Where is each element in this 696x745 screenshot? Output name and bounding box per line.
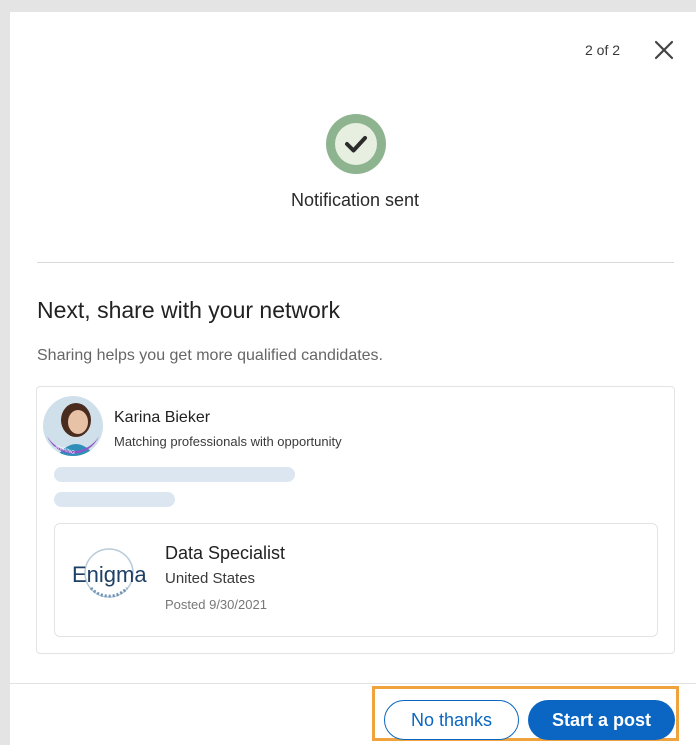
divider (37, 262, 674, 263)
text-placeholder (54, 467, 295, 482)
close-button[interactable] (650, 36, 678, 64)
close-icon (654, 40, 674, 60)
job-posted-date: Posted 9/30/2021 (165, 597, 267, 612)
step-indicator: 2 of 2 (585, 42, 621, 58)
footer-divider (10, 683, 696, 684)
job-title: Data Specialist (165, 543, 286, 563)
author-headline: Matching professionals with opportunity (114, 434, 342, 449)
checkmark-circle-icon (326, 114, 386, 174)
share-title: Next, share with your network (37, 297, 340, 323)
svg-text:Enigma: Enigma (72, 562, 147, 587)
job-location: United States (165, 570, 256, 587)
share-subtitle: Sharing helps you get more qualified can… (37, 347, 383, 364)
start-a-post-button[interactable]: Start a post (528, 700, 675, 740)
no-thanks-button[interactable]: No thanks (384, 700, 519, 740)
company-logo: Enigma (66, 540, 156, 610)
text-placeholder (54, 492, 175, 507)
avatar: #HIRING (43, 396, 103, 456)
author-name: Karina Bieker (114, 409, 211, 426)
notification-sent-label: Notification sent (290, 190, 420, 210)
